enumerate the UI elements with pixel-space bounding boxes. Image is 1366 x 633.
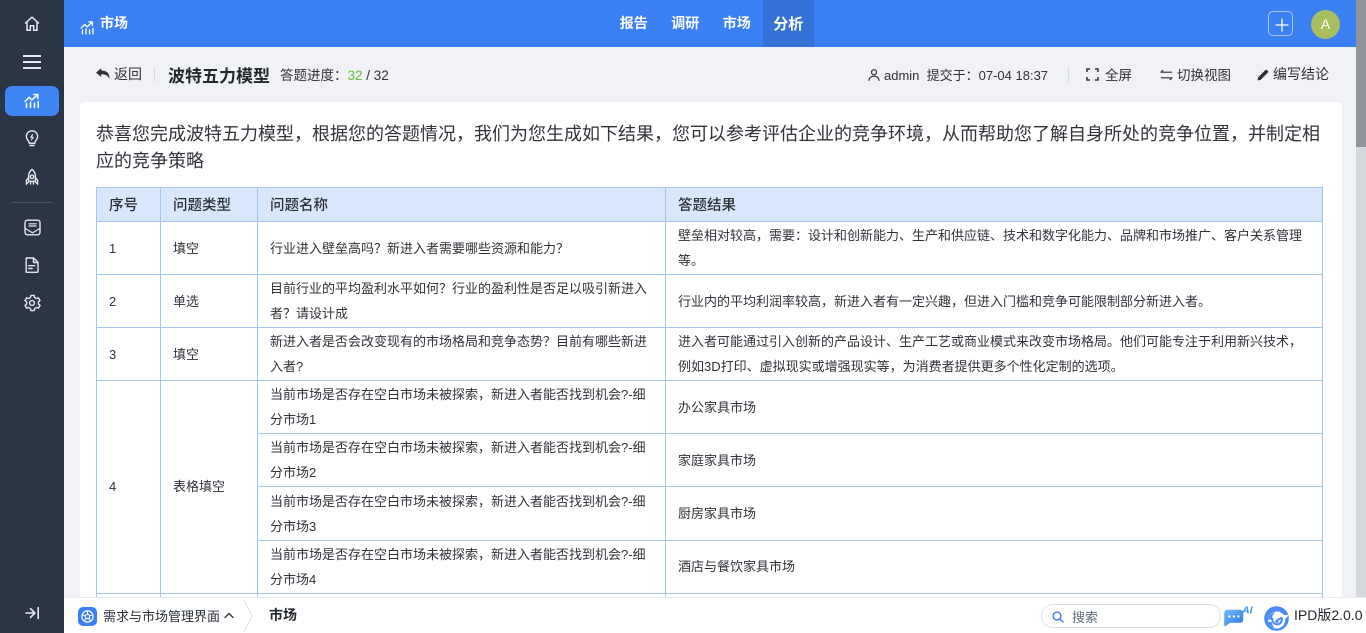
svg-text:AI: AI [1241,605,1254,617]
